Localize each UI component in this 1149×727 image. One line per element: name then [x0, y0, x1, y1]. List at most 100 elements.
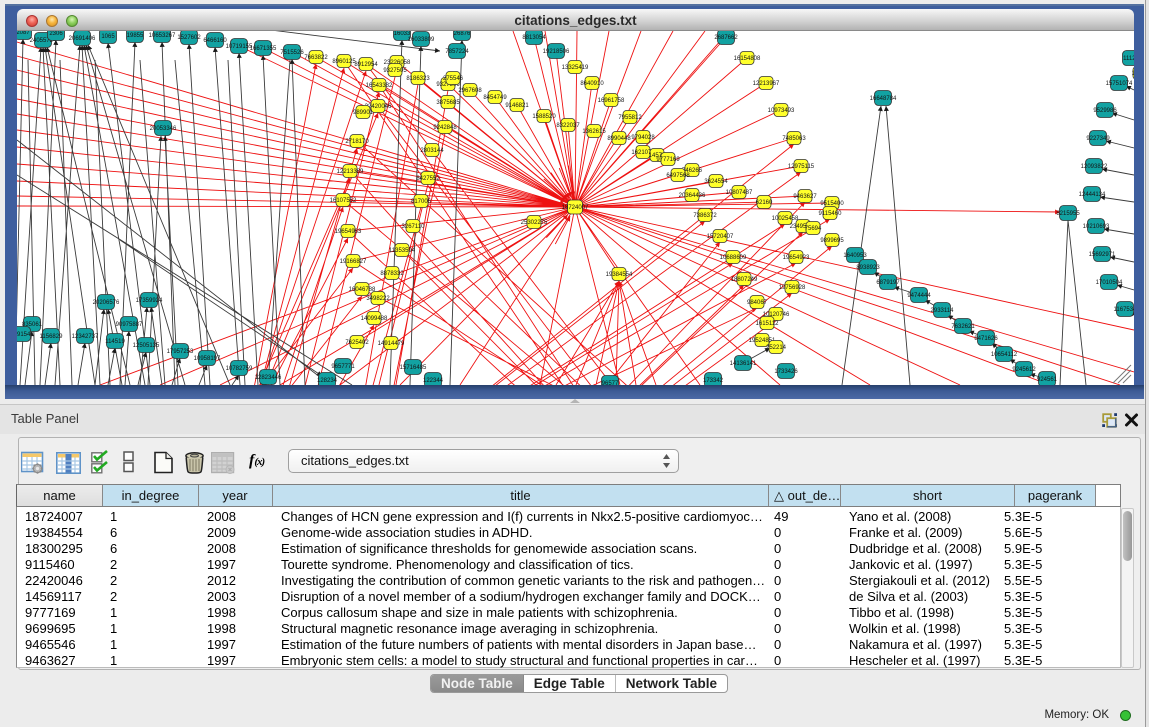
svg-text:20691406: 20691406	[69, 36, 96, 42]
svg-text:1615112: 1615112	[756, 321, 780, 327]
svg-text:1733426: 1733426	[774, 369, 798, 375]
svg-text:984067: 984067	[747, 300, 768, 306]
svg-text:6879197: 6879197	[876, 280, 900, 286]
svg-text:12444134: 12444134	[1079, 192, 1106, 198]
svg-text:7625402: 7625402	[345, 340, 369, 346]
svg-text:1167534: 1167534	[1114, 307, 1134, 313]
svg-text:19166827: 19166827	[340, 259, 367, 265]
svg-text:7857224: 7857224	[445, 49, 469, 55]
svg-text:16033809: 16033809	[408, 37, 435, 43]
svg-text:15692971: 15692971	[1089, 252, 1116, 258]
svg-text:3498222: 3498222	[366, 296, 390, 302]
svg-text:2306: 2306	[49, 31, 63, 37]
svg-text:90975887: 90975887	[116, 322, 143, 328]
svg-text:8960125: 8960125	[332, 59, 356, 65]
svg-text:8938923: 8938923	[856, 265, 880, 271]
svg-text:8186323: 8186323	[406, 76, 430, 82]
svg-text:20053346: 20053346	[150, 126, 177, 132]
svg-text:15751074: 15751074	[1106, 81, 1133, 87]
svg-text:173342: 173342	[703, 378, 724, 384]
svg-text:12093822: 12093822	[1081, 164, 1108, 170]
svg-text:8878332: 8878332	[380, 271, 404, 277]
svg-text:75694: 75694	[805, 226, 822, 232]
svg-text:989901: 989901	[353, 110, 374, 116]
svg-text:19384554: 19384554	[606, 272, 633, 278]
svg-text:10025458: 10025458	[772, 216, 799, 222]
svg-text:10973493: 10973493	[768, 108, 795, 114]
svg-text:9245612: 9245612	[1012, 367, 1036, 373]
svg-text:2803144: 2803144	[420, 148, 444, 154]
svg-text:6497568: 6497568	[666, 173, 690, 179]
svg-text:17957253: 17957253	[167, 349, 194, 355]
svg-text:9657771: 9657771	[331, 364, 355, 370]
svg-text:9115460: 9115460	[819, 211, 843, 217]
svg-text:10653267: 10653267	[149, 33, 176, 39]
svg-text:8427552: 8427552	[416, 176, 440, 182]
svg-text:12342737: 12342737	[72, 334, 99, 340]
svg-text:9146821: 9146821	[505, 103, 529, 109]
svg-text:1065: 1065	[101, 34, 115, 40]
svg-text:7632621: 7632621	[951, 324, 975, 330]
svg-text:8813054: 8813054	[522, 35, 546, 41]
svg-text:14099488: 14099488	[361, 316, 388, 322]
svg-text:12505135: 12505135	[133, 343, 160, 349]
svg-text:16154808: 16154808	[734, 56, 761, 62]
svg-text:9529986: 9529986	[1093, 108, 1117, 114]
svg-text:19756928: 19756928	[779, 285, 806, 291]
svg-text:17359924: 17359924	[136, 298, 163, 304]
svg-text:7515526: 7515526	[280, 50, 304, 56]
svg-text:8912954: 8912954	[354, 62, 378, 68]
svg-text:1527602: 1527602	[177, 35, 201, 41]
svg-text:1156829: 1156829	[40, 334, 64, 340]
svg-text:18724007: 18724007	[562, 205, 589, 211]
svg-text:1362615: 1362615	[582, 129, 606, 135]
svg-text:10688609: 10688609	[720, 255, 747, 261]
svg-text:9242848: 9242848	[433, 125, 457, 131]
svg-text:9899695: 9899695	[820, 238, 844, 244]
svg-text:16648784: 16648784	[870, 96, 897, 102]
svg-text:8454749: 8454749	[483, 95, 507, 101]
svg-text:7386372: 7386372	[693, 213, 717, 219]
svg-text:10782759: 10782759	[226, 366, 253, 372]
svg-text:8215955: 8215955	[1056, 211, 1080, 217]
svg-text:2967608: 2967608	[458, 88, 482, 94]
svg-text:10807487: 10807487	[726, 190, 753, 196]
svg-text:96577: 96577	[602, 381, 619, 385]
svg-text:62160: 62160	[756, 200, 773, 206]
svg-text:13254: 13254	[1132, 71, 1134, 77]
svg-text:16961758: 16961758	[598, 98, 625, 104]
svg-text:9227349: 9227349	[1086, 136, 1110, 142]
svg-text:10958197: 10958197	[194, 356, 221, 362]
svg-text:8640910: 8640910	[580, 81, 604, 87]
svg-text:114519: 114519	[105, 339, 125, 345]
svg-text:3624554: 3624554	[704, 179, 728, 185]
svg-text:2087: 2087	[17, 31, 30, 36]
svg-text:128234: 128234	[317, 378, 338, 384]
svg-text:18807249: 18807249	[731, 277, 758, 283]
svg-text:3267110: 3267110	[402, 224, 426, 230]
svg-text:9327505: 9327505	[383, 68, 407, 74]
svg-text:2718170: 2718170	[345, 139, 369, 145]
svg-text:16671355: 16671355	[250, 46, 277, 52]
svg-text:817006: 817006	[411, 199, 432, 205]
svg-text:26876: 26876	[454, 31, 471, 37]
svg-text:7955812: 7955812	[618, 115, 642, 121]
svg-text:2933114: 2933114	[931, 308, 955, 314]
svg-text:19654983: 19654983	[335, 229, 362, 235]
svg-text:9515400: 9515400	[820, 201, 844, 207]
svg-text:19654923: 19654923	[783, 255, 810, 261]
svg-text:20364436: 20364436	[679, 193, 706, 199]
svg-text:1588520: 1588520	[532, 114, 556, 120]
svg-text:2687662: 2687662	[714, 35, 738, 41]
svg-text:6466160: 6466160	[203, 38, 227, 44]
svg-text:14136141: 14136141	[730, 361, 757, 367]
svg-text:8990448: 8990448	[607, 136, 631, 142]
svg-text:8471626: 8471626	[974, 336, 998, 342]
svg-text:13325419: 13325419	[562, 65, 589, 71]
svg-text:15716485: 15716485	[400, 365, 427, 371]
svg-text:25302275: 25302275	[521, 220, 548, 226]
svg-text:10654112: 10654112	[991, 352, 1018, 358]
svg-text:12213967: 12213967	[753, 81, 780, 87]
svg-text:19855: 19855	[127, 33, 144, 39]
svg-text:9463627: 9463627	[793, 194, 817, 200]
